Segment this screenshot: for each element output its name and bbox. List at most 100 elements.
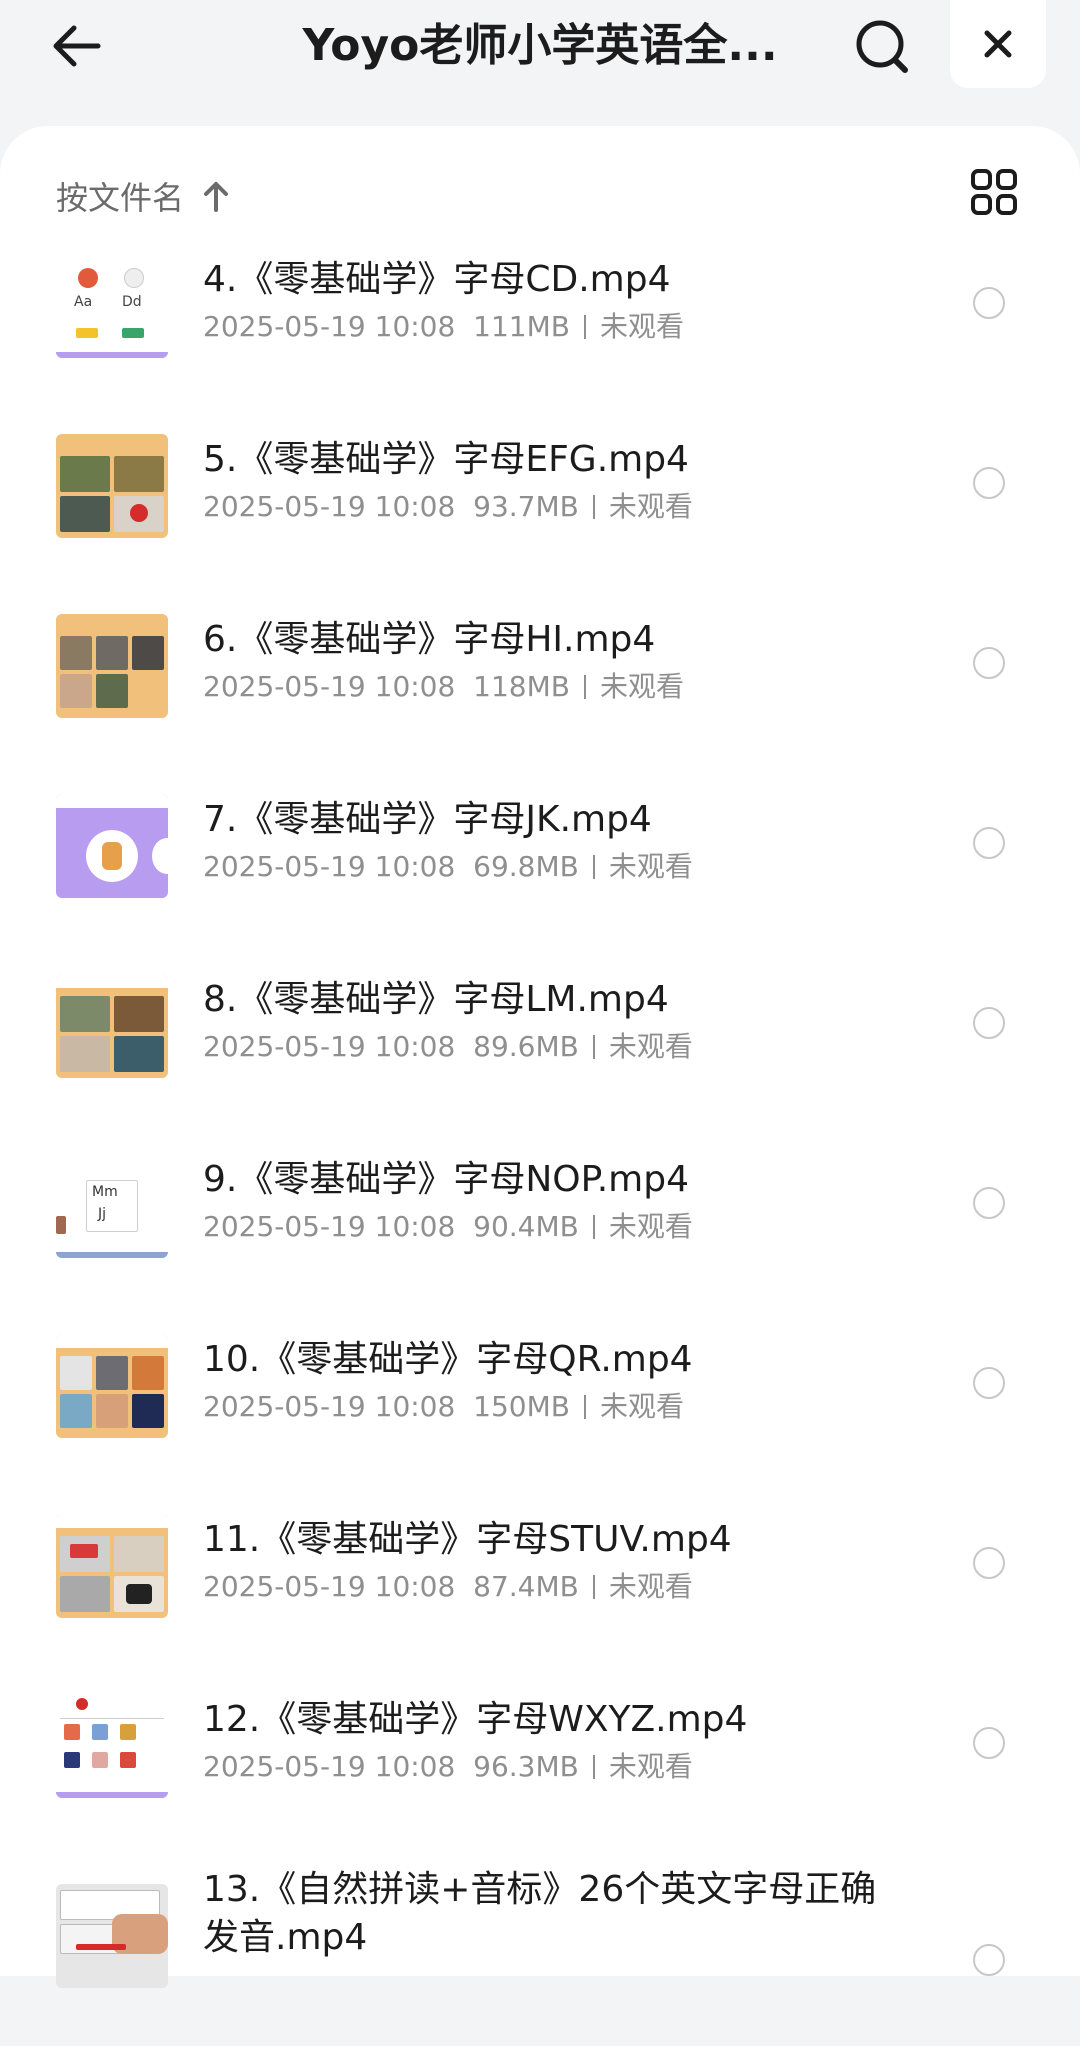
- arrow-left-icon: [53, 25, 101, 67]
- view-toggle-button[interactable]: [966, 164, 1022, 220]
- divider: [592, 495, 595, 519]
- file-row[interactable]: 7.《零基础学》字母JK.mp4 2025-05-19 10:08 69.8MB…: [0, 786, 1080, 966]
- video-thumbnail: Mm Jj: [56, 1154, 168, 1258]
- file-name: 13.《自然拼读+音标》26个英文字母正确发音.mp4: [203, 1869, 877, 1958]
- search-button[interactable]: [848, 12, 916, 80]
- file-size: 89.6MB: [473, 1030, 579, 1063]
- file-name: 10.《零基础学》字母QR.mp4: [203, 1339, 693, 1380]
- watch-status: 未观看: [608, 1030, 693, 1063]
- file-meta: 2025-05-19 10:08 111MB 未观看: [203, 308, 963, 346]
- file-name: 8.《零基础学》字母LM.mp4: [203, 979, 669, 1020]
- select-radio[interactable]: [973, 647, 1005, 679]
- file-date: 2025-05-19 10:08: [203, 850, 456, 883]
- file-row[interactable]: Aa Dd 4.《零基础学》字母CD.mp4 2025-05-19 10:08 …: [0, 246, 1080, 426]
- page-title: Yoyo老师小学英语全...: [302, 20, 778, 71]
- video-thumbnail: [56, 434, 168, 538]
- sort-label: 按文件名: [56, 179, 185, 217]
- watch-status: 未观看: [608, 1570, 693, 1603]
- watch-status: 未观看: [599, 670, 684, 703]
- divider: [592, 1575, 595, 1599]
- select-radio[interactable]: [973, 1187, 1005, 1219]
- file-list-sheet: 按文件名 Aa Dd 4.《零基础学》字母CD.mp4 2025-05-19 1…: [0, 126, 1080, 1988]
- file-meta: 2025-05-19 10:08 90.4MB 未观看: [203, 1208, 963, 1246]
- file-name: 11.《零基础学》字母STUV.mp4: [203, 1519, 732, 1560]
- arrow-up-icon: [202, 180, 230, 212]
- file-date: 2025-05-19 10:08: [203, 1750, 456, 1783]
- file-size: 150MB: [473, 1390, 570, 1423]
- select-radio[interactable]: [973, 1547, 1005, 1579]
- file-meta: 2025-05-19 10:08 69.8MB 未观看: [203, 848, 963, 886]
- file-name: 9.《零基础学》字母NOP.mp4: [203, 1159, 689, 1200]
- watch-status: 未观看: [608, 850, 693, 883]
- select-radio[interactable]: [973, 1944, 1005, 1976]
- file-date: 2025-05-19 10:08: [203, 310, 456, 343]
- file-meta: 2025-05-19 10:08 89.6MB 未观看: [203, 1028, 963, 1066]
- select-radio[interactable]: [973, 467, 1005, 499]
- video-thumbnail: [56, 794, 168, 898]
- file-name: 5.《零基础学》字母EFG.mp4: [203, 439, 689, 480]
- file-row[interactable]: 6.《零基础学》字母HI.mp4 2025-05-19 10:08 118MB 未…: [0, 606, 1080, 786]
- file-date: 2025-05-19 10:08: [203, 1210, 456, 1243]
- divider: [592, 1755, 595, 1779]
- file-size: 87.4MB: [473, 1570, 579, 1603]
- select-radio[interactable]: [973, 1367, 1005, 1399]
- watch-status: 未观看: [608, 1750, 693, 1783]
- file-date: 2025-05-19 10:08: [203, 1030, 456, 1063]
- file-name: 12.《零基础学》字母WXYZ.mp4: [203, 1699, 748, 1740]
- file-size: 90.4MB: [473, 1210, 579, 1243]
- video-thumbnail: [56, 974, 168, 1078]
- select-radio[interactable]: [973, 1007, 1005, 1039]
- close-button[interactable]: [950, 0, 1046, 88]
- file-size: 118MB: [473, 670, 570, 703]
- video-thumbnail: [56, 614, 168, 718]
- file-meta: 2025-05-19 10:08 96.3MB 未观看: [203, 1748, 963, 1786]
- video-thumbnail: [56, 1514, 168, 1618]
- file-size: 111MB: [473, 310, 570, 343]
- video-thumbnail: Aa Dd: [56, 254, 168, 358]
- close-icon: [984, 30, 1012, 58]
- watch-status: 未观看: [608, 1210, 693, 1243]
- file-name: 4.《零基础学》字母CD.mp4: [203, 259, 671, 300]
- file-size: 69.8MB: [473, 850, 579, 883]
- file-date: 2025-05-19 10:08: [203, 490, 456, 523]
- sort-control[interactable]: 按文件名: [56, 166, 230, 226]
- video-thumbnail: [56, 1334, 168, 1438]
- file-row[interactable]: 8.《零基础学》字母LM.mp4 2025-05-19 10:08 89.6MB…: [0, 966, 1080, 1146]
- file-date: 2025-05-19 10:08: [203, 670, 456, 703]
- grid-view-icon: [971, 169, 1017, 215]
- select-radio[interactable]: [973, 827, 1005, 859]
- file-row[interactable]: 11.《零基础学》字母STUV.mp4 2025-05-19 10:08 87.…: [0, 1506, 1080, 1686]
- file-row[interactable]: 13.《自然拼读+音标》26个英文字母正确发音.mp4: [0, 1866, 1080, 2046]
- file-row[interactable]: 12.《零基础学》字母WXYZ.mp4 2025-05-19 10:08 96.…: [0, 1686, 1080, 1866]
- divider: [583, 315, 586, 339]
- watch-status: 未观看: [608, 490, 693, 523]
- file-size: 96.3MB: [473, 1750, 579, 1783]
- file-name: 7.《零基础学》字母JK.mp4: [203, 799, 652, 840]
- watch-status: 未观看: [599, 1390, 684, 1423]
- back-button[interactable]: [44, 14, 108, 78]
- divider: [592, 855, 595, 879]
- file-row[interactable]: 5.《零基础学》字母EFG.mp4 2025-05-19 10:08 93.7M…: [0, 426, 1080, 606]
- file-date: 2025-05-19 10:08: [203, 1390, 456, 1423]
- file-row[interactable]: Mm Jj 9.《零基础学》字母NOP.mp4 2025-05-19 10:08…: [0, 1146, 1080, 1326]
- file-meta: 2025-05-19 10:08 118MB 未观看: [203, 668, 963, 706]
- file-meta: 2025-05-19 10:08 93.7MB 未观看: [203, 488, 963, 526]
- select-radio[interactable]: [973, 287, 1005, 319]
- file-meta: 2025-05-19 10:08 87.4MB 未观看: [203, 1568, 963, 1606]
- file-meta: 2025-05-19 10:08 150MB 未观看: [203, 1388, 963, 1426]
- video-thumbnail: [56, 1694, 168, 1798]
- divider: [583, 1395, 586, 1419]
- video-thumbnail: [56, 1884, 168, 1988]
- divider: [592, 1215, 595, 1239]
- file-date: 2025-05-19 10:08: [203, 1570, 456, 1603]
- watch-status: 未观看: [599, 310, 684, 343]
- file-list: Aa Dd 4.《零基础学》字母CD.mp4 2025-05-19 10:08 …: [0, 246, 1080, 2046]
- file-size: 93.7MB: [473, 490, 579, 523]
- search-icon: [856, 20, 908, 73]
- file-row[interactable]: 10.《零基础学》字母QR.mp4 2025-05-19 10:08 150MB…: [0, 1326, 1080, 1506]
- select-radio[interactable]: [973, 1727, 1005, 1759]
- file-name: 6.《零基础学》字母HI.mp4: [203, 619, 656, 660]
- top-bar: Yoyo老师小学英语全...: [0, 0, 1080, 128]
- divider: [583, 675, 586, 699]
- divider: [592, 1035, 595, 1059]
